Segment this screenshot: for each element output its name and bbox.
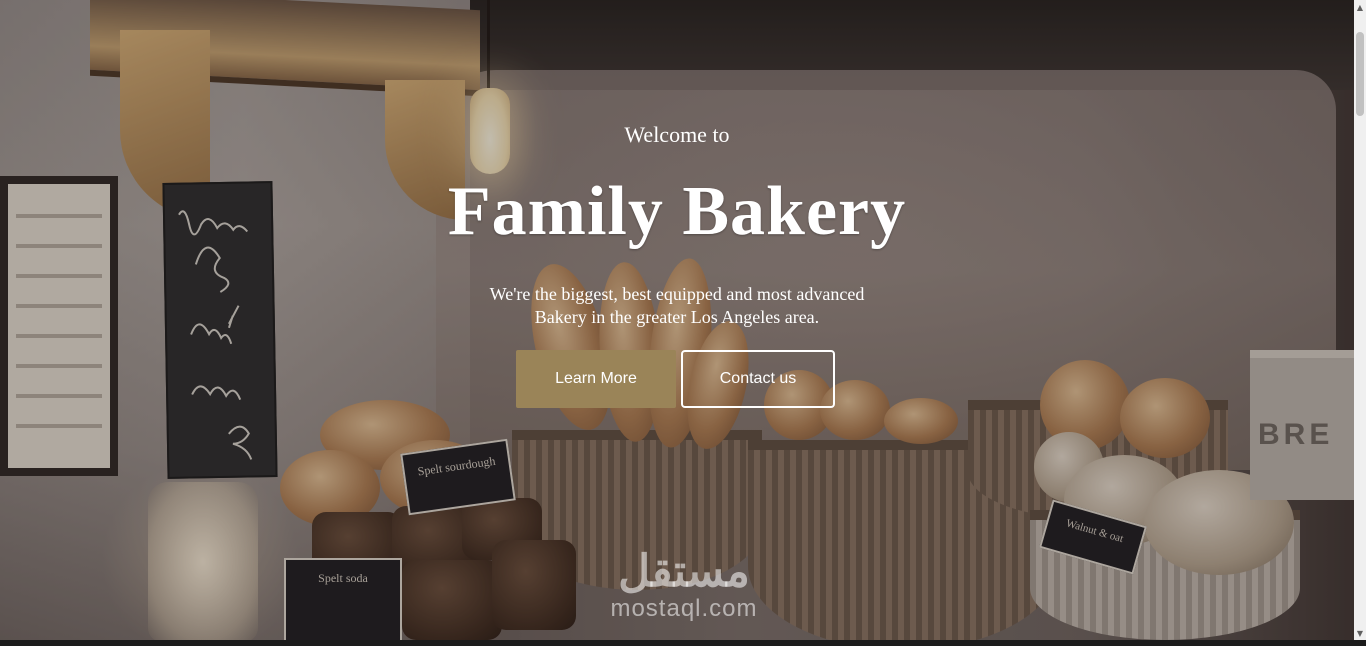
scroll-up-arrow-icon[interactable]: ▲ [1354, 2, 1366, 14]
vertical-scrollbar[interactable]: ▲ ▼ [1354, 0, 1366, 646]
contact-us-button[interactable]: Contact us [681, 350, 835, 408]
watermark-latin: mostaql.com [610, 595, 758, 622]
hero-content: Welcome to Family Bakery We're the bigge… [0, 0, 1354, 646]
scroll-down-arrow-icon[interactable]: ▼ [1354, 628, 1366, 640]
window-bottom-edge [0, 640, 1366, 646]
watermark-arabic: مستقل [618, 547, 750, 596]
scrollbar-thumb[interactable] [1356, 32, 1364, 116]
welcome-text: Welcome to [624, 122, 730, 147]
hero-tagline: We're the biggest, best equipped and mos… [489, 284, 865, 327]
watermark-logo: مستقل mostaql.com [598, 548, 770, 622]
learn-more-button[interactable]: Learn More [516, 350, 676, 408]
page-title: Family Bakery [447, 173, 907, 250]
